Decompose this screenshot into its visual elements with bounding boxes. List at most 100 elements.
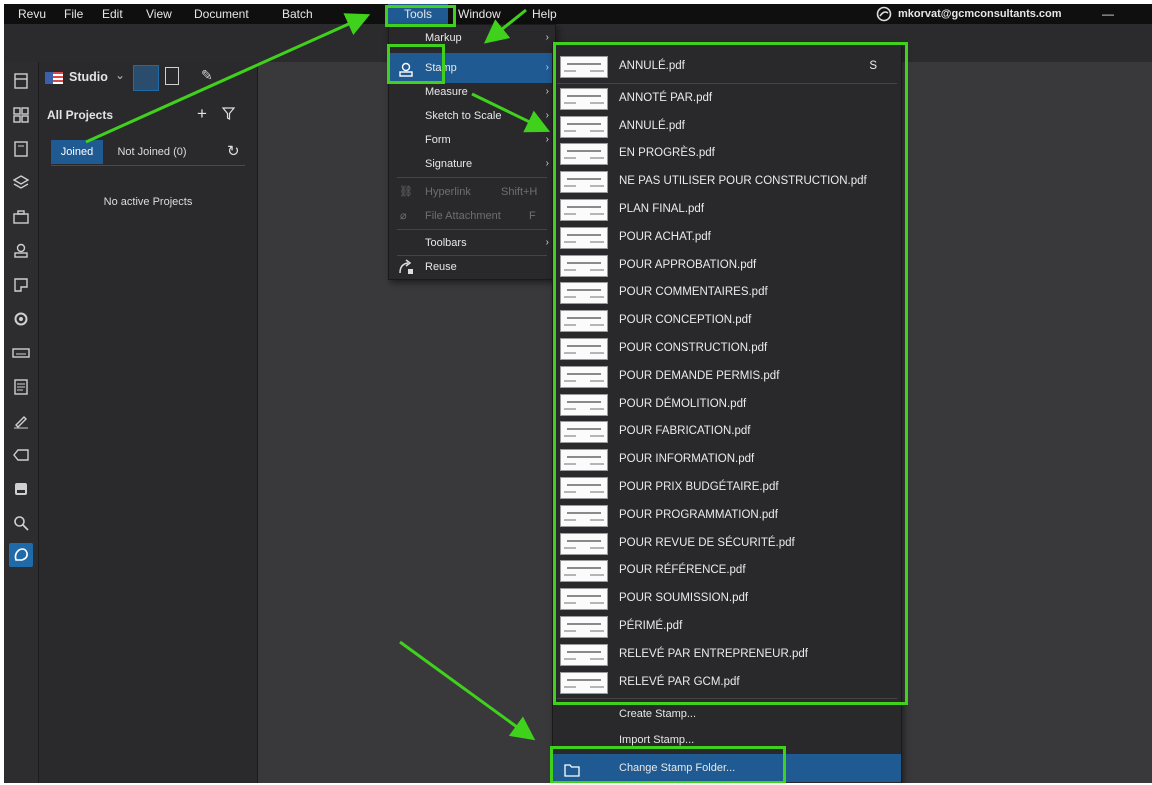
studio-icon[interactable] <box>9 543 33 567</box>
properties-icon[interactable] <box>9 307 33 331</box>
studio-title[interactable]: Studio <box>69 70 108 84</box>
stamp-label: POUR ACHAT.pdf <box>619 230 711 243</box>
import-stamp-item[interactable]: Import Stamp... <box>553 729 901 751</box>
measurements-icon[interactable] <box>9 273 33 297</box>
menu-item-markup[interactable]: Markup › <box>389 27 555 49</box>
chevron-right-icon: › <box>545 62 549 73</box>
menu-item-stamp[interactable]: Stamp › <box>389 53 555 83</box>
stamp-item[interactable]: PÉRIMÉ.pdf <box>553 613 899 639</box>
menu-item-file-attachment[interactable]: ⌀ File Attachment F <box>389 205 555 227</box>
menu-item-reuse[interactable]: Reuse <box>389 256 555 278</box>
stamp-item[interactable]: POUR DÉMOLITION.pdf <box>553 391 899 417</box>
menu-item-measure[interactable]: Measure › <box>389 81 555 103</box>
stamp-item[interactable]: POUR DEMANDE PERMIS.pdf <box>553 363 899 389</box>
stamp-item[interactable]: NE PAS UTILISER POUR CONSTRUCTION.pdf <box>553 168 899 194</box>
stamp-item[interactable]: RELEVÉ PAR ENTREPRENEUR.pdf <box>553 641 899 667</box>
stamp-label: EN PROGRÈS.pdf <box>619 147 715 160</box>
menu-item-label: Create Stamp... <box>619 708 697 720</box>
stamp-item[interactable]: PLAN FINAL.pdf <box>553 196 899 222</box>
menu-item-label: Import Stamp... <box>619 734 695 746</box>
stamp-item[interactable]: ANNULÉ.pdf S <box>553 53 899 79</box>
stamp-item[interactable]: POUR RÉFÉRENCE.pdf <box>553 557 899 583</box>
menu-item-signature[interactable]: Signature › <box>389 153 555 175</box>
reuse-icon <box>398 259 414 283</box>
menu-item-form[interactable]: Form › <box>389 129 555 151</box>
menu-edit[interactable]: Edit <box>100 4 125 24</box>
stamp-thumbnail <box>560 87 608 110</box>
tab-joined[interactable]: Joined <box>51 140 103 164</box>
stamp-thumbnail <box>560 199 608 221</box>
menu-item-label: Measure <box>425 86 468 98</box>
tools-menu: Markup › Stamp › Measure › Sketch to Scale ›… <box>388 24 556 280</box>
menu-item-label: Reuse <box>425 261 457 273</box>
chevron-right-icon: › <box>545 134 549 145</box>
chevron-right-icon: › <box>545 32 549 43</box>
layers-icon[interactable] <box>9 171 33 195</box>
filter-icon[interactable] <box>221 107 236 125</box>
stamp-item[interactable]: POUR FABRICATION.pdf <box>553 418 899 444</box>
menu-help[interactable]: Help <box>530 4 559 24</box>
stamp-item[interactable]: POUR COMMENTAIRES.pdf <box>553 279 899 305</box>
stamp-item[interactable]: POUR REVUE DE SÉCURITÉ.pdf <box>553 530 899 556</box>
stamp-item[interactable]: POUR SOUMISSION.pdf <box>553 585 899 611</box>
stamp-item[interactable]: POUR APPROBATION.pdf <box>553 252 899 278</box>
file-access-icon[interactable] <box>9 477 33 501</box>
folder-icon <box>564 760 580 783</box>
menu-batch[interactable]: Batch <box>280 4 315 24</box>
menu-separator <box>557 698 897 699</box>
menu-tools[interactable]: Tools <box>388 4 449 24</box>
menu-window[interactable]: Window <box>456 4 503 24</box>
stamp-tool-icon[interactable] <box>9 239 33 263</box>
stamp-thumbnail <box>560 504 608 527</box>
refresh-icon[interactable]: ↻ <box>227 142 240 160</box>
stamp-item[interactable]: POUR INFORMATION.pdf <box>553 446 899 472</box>
studio-sessions-icon[interactable] <box>165 67 179 85</box>
search-icon[interactable] <box>9 511 33 535</box>
change-stamp-folder-item[interactable]: Change Stamp Folder... <box>553 754 901 782</box>
add-project-button[interactable]: + <box>197 104 207 124</box>
account-email[interactable]: mkorvat@gcmconsultants.com <box>896 4 1064 24</box>
menu-view[interactable]: View <box>144 4 174 24</box>
signatures-icon[interactable] <box>9 409 33 433</box>
menu-file[interactable]: File <box>62 4 85 24</box>
stamp-label: PLAN FINAL.pdf <box>619 203 705 215</box>
studio-projects-icon[interactable] <box>133 65 159 91</box>
bookmarks-icon[interactable] <box>9 137 33 161</box>
stamp-label: POUR FABRICATION.pdf <box>619 425 751 438</box>
grid-icon[interactable] <box>9 103 33 127</box>
stamp-item[interactable]: ANNOTÉ PAR.pdf <box>553 85 899 111</box>
studio-pin-icon[interactable]: ✎ <box>201 67 213 84</box>
minimize-button[interactable]: — <box>1100 4 1116 24</box>
stamp-label: ANNULÉ.pdf <box>619 119 685 132</box>
menu-document[interactable]: Document <box>192 4 251 24</box>
stamp-shortcut: S <box>869 60 877 72</box>
stamp-item[interactable]: ANNULÉ.pdf <box>553 113 899 139</box>
stamp-thumbnail <box>560 310 608 333</box>
stamp-item[interactable]: POUR ACHAT.pdf <box>553 224 899 250</box>
menu-item-sketch-to-scale[interactable]: Sketch to Scale › <box>389 105 555 127</box>
chevron-right-icon: › <box>545 158 549 169</box>
stamp-item[interactable]: RELEVÉ PAR GCM.pdf <box>553 669 899 695</box>
stamp-item[interactable]: POUR PROGRAMMATION.pdf <box>553 502 899 528</box>
menu-separator <box>397 177 547 178</box>
create-stamp-item[interactable]: Create Stamp... <box>553 703 901 725</box>
stamp-item[interactable]: POUR CONSTRUCTION.pdf <box>553 335 899 361</box>
toolchest-icon[interactable] <box>9 205 33 229</box>
thumbnails-icon[interactable] <box>9 69 33 93</box>
account-icon[interactable] <box>874 4 894 24</box>
menu-item-toolbars[interactable]: Toolbars › <box>389 232 555 254</box>
stamp-item[interactable]: POUR CONCEPTION.pdf <box>553 307 899 333</box>
stamp-label: POUR RÉFÉRENCE.pdf <box>619 564 746 577</box>
stamp-thumbnail <box>560 143 608 166</box>
keyboard-icon[interactable] <box>9 341 33 365</box>
forms-icon[interactable] <box>9 375 33 399</box>
studio-dropdown-caret[interactable]: ⌄ <box>115 68 125 82</box>
tab-not-joined[interactable]: Not Joined (0) <box>103 140 201 164</box>
stamp-thumbnail <box>560 560 608 583</box>
stamp-item[interactable]: EN PROGRÈS.pdf <box>553 140 899 166</box>
menu-revu[interactable]: Revu <box>16 4 48 24</box>
menu-item-hyperlink[interactable]: ⛓ Hyperlink Shift+H <box>389 181 555 203</box>
stamp-label: POUR CONCEPTION.pdf <box>619 314 752 327</box>
tag-icon[interactable] <box>9 443 33 467</box>
stamp-item[interactable]: POUR PRIX BUDGÉTAIRE.pdf <box>553 474 899 500</box>
